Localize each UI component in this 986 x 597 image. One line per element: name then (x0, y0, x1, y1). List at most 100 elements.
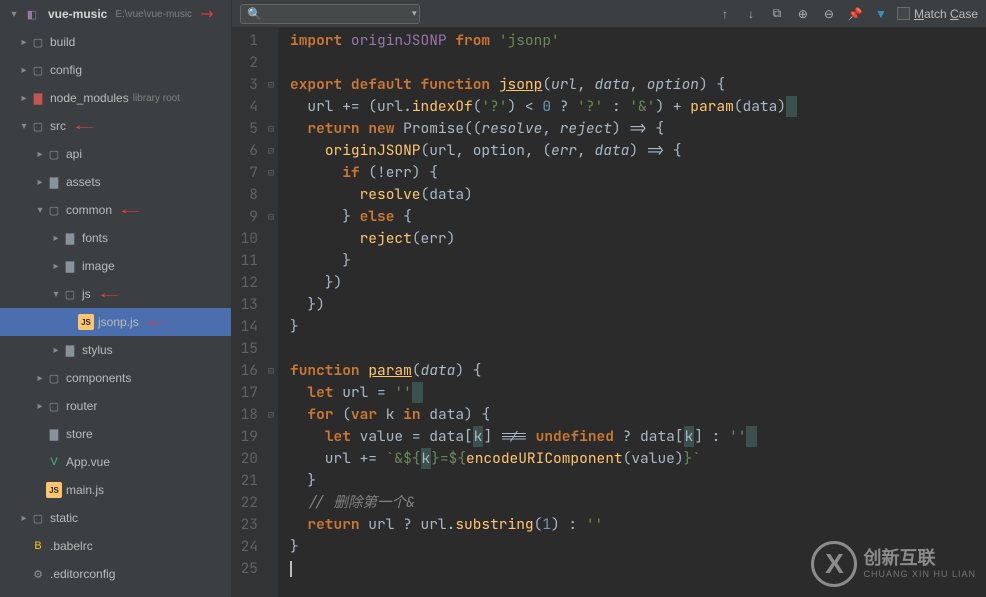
chevron-right-icon[interactable] (50, 233, 62, 244)
chevron-right-icon[interactable] (18, 65, 30, 76)
fold-toggle-icon[interactable]: ⊟ (264, 360, 278, 382)
line-number[interactable]: 18 (232, 404, 258, 426)
tree-item-main-js[interactable]: JSmain.js (0, 476, 231, 504)
line-number[interactable]: 17 (232, 382, 258, 404)
fold-toggle-icon[interactable]: ⊟ (264, 206, 278, 228)
tree-item-fonts[interactable]: ▇fonts (0, 224, 231, 252)
tree-item--editorconfig[interactable]: ⚙.editorconfig (0, 560, 231, 588)
tree-item-static[interactable]: ▢static (0, 504, 231, 532)
line-number[interactable]: 5 (232, 118, 258, 140)
fold-toggle-icon[interactable]: ⊟ (264, 404, 278, 426)
add-selection-icon[interactable]: ⊕ (793, 4, 813, 24)
line-number[interactable]: 11 (232, 250, 258, 272)
code-line[interactable]: return new Promise((resolve, reject) => … (290, 118, 986, 140)
code-line[interactable]: export default function jsonp(url, data,… (290, 74, 986, 96)
chevron-right-icon[interactable] (34, 177, 46, 188)
line-number[interactable]: 19 (232, 426, 258, 448)
fold-toggle-icon[interactable]: ⊟ (264, 140, 278, 162)
line-number[interactable]: 24 (232, 536, 258, 558)
line-number[interactable]: 21 (232, 470, 258, 492)
code-line[interactable]: return url ? url.substring(1) : '' (290, 514, 986, 536)
code-line[interactable]: import originJSONP from 'jsonp' (290, 30, 986, 52)
chevron-right-icon[interactable] (34, 401, 46, 412)
line-number[interactable]: 16 (232, 360, 258, 382)
prev-occurrence-icon[interactable]: ↑ (715, 4, 735, 24)
line-number[interactable]: 20 (232, 448, 258, 470)
code-line[interactable]: url += (url.indexOf('?') < 0 ? '?' : '&'… (290, 96, 986, 118)
match-case-checkbox[interactable]: Match Case (897, 7, 978, 21)
line-number[interactable]: 8 (232, 184, 258, 206)
tree-item-assets[interactable]: ▇assets (0, 168, 231, 196)
code-line[interactable]: // 删除第一个& (290, 492, 986, 514)
tree-item-stylus[interactable]: ▇stylus (0, 336, 231, 364)
tree-item--babelrc[interactable]: B.babelrc (0, 532, 231, 560)
line-number[interactable]: 12 (232, 272, 258, 294)
tree-item-jsonp-js[interactable]: JSjsonp.js← (0, 308, 231, 336)
select-all-icon[interactable]: ⧉ (767, 4, 787, 24)
line-number[interactable]: 4 (232, 96, 258, 118)
project-root-item[interactable]: ◧ vue-music E:\vue\vue-music ↘ (0, 0, 231, 28)
tree-item-build[interactable]: ▢build (0, 28, 231, 56)
code-line[interactable] (290, 338, 986, 360)
code-line[interactable]: } else { (290, 206, 986, 228)
tree-item-js[interactable]: ▢js← (0, 280, 231, 308)
line-number[interactable]: 13 (232, 294, 258, 316)
line-number[interactable]: 14 (232, 316, 258, 338)
search-box[interactable]: 🔍 ▾ (240, 4, 420, 24)
line-number[interactable]: 1 (232, 30, 258, 52)
tree-item-image[interactable]: ▇image (0, 252, 231, 280)
code-line[interactable] (290, 52, 986, 74)
code-line[interactable]: reject(err) (290, 228, 986, 250)
code-line[interactable]: let value = data[k] !== undefined ? data… (290, 426, 986, 448)
code-line[interactable]: let url = '' (290, 382, 986, 404)
line-number[interactable]: 15 (232, 338, 258, 360)
code-line[interactable]: if (!err) { (290, 162, 986, 184)
tree-item-node_modules[interactable]: ▇node_moduleslibrary root (0, 84, 231, 112)
code-line[interactable]: }) (290, 272, 986, 294)
pin-icon[interactable]: 📌 (845, 4, 865, 24)
tree-item--eslintignore[interactable]: ⚙.eslintignore (0, 588, 231, 597)
filter-icon[interactable]: ▼ (871, 4, 891, 24)
fold-toggle-icon[interactable]: ⊟ (264, 74, 278, 96)
code-line[interactable]: } (290, 470, 986, 492)
code-line[interactable]: resolve(data) (290, 184, 986, 206)
tree-item-components[interactable]: ▢components (0, 364, 231, 392)
code-content[interactable]: import originJSONP from 'jsonp' export d… (278, 28, 986, 597)
code-line[interactable]: } (290, 316, 986, 338)
code-line[interactable]: originJSONP(url, option, (err, data) => … (290, 140, 986, 162)
tree-item-store[interactable]: ▇store (0, 420, 231, 448)
chevron-down-icon[interactable] (18, 121, 30, 132)
tree-item-router[interactable]: ▢router (0, 392, 231, 420)
fold-toggle-icon[interactable]: ⊟ (264, 118, 278, 140)
code-line[interactable]: url += `&${k}=${encodeURIComponent(value… (290, 448, 986, 470)
tree-item-App-vue[interactable]: VApp.vue (0, 448, 231, 476)
line-number[interactable]: 2 (232, 52, 258, 74)
line-number[interactable]: 3 (232, 74, 258, 96)
tree-item-src[interactable]: ▢src← (0, 112, 231, 140)
chevron-right-icon[interactable] (18, 93, 30, 104)
line-number[interactable]: 23 (232, 514, 258, 536)
search-input[interactable] (266, 8, 408, 20)
line-number[interactable]: 7 (232, 162, 258, 184)
tree-item-api[interactable]: ▢api (0, 140, 231, 168)
chevron-right-icon[interactable] (18, 37, 30, 48)
code-editor[interactable]: 1234567891011121314151617181920212223242… (232, 28, 986, 597)
chevron-down-icon[interactable] (8, 9, 20, 20)
line-number[interactable]: 10 (232, 228, 258, 250)
next-occurrence-icon[interactable]: ↓ (741, 4, 761, 24)
code-line[interactable]: function param(data) { (290, 360, 986, 382)
chevron-right-icon[interactable] (34, 373, 46, 384)
line-number[interactable]: 22 (232, 492, 258, 514)
chevron-right-icon[interactable] (50, 345, 62, 356)
line-number[interactable]: 9 (232, 206, 258, 228)
chevron-down-icon[interactable] (34, 205, 46, 216)
chevron-down-icon[interactable] (50, 289, 62, 300)
remove-selection-icon[interactable]: ⊖ (819, 4, 839, 24)
fold-toggle-icon[interactable]: ⊟ (264, 162, 278, 184)
chevron-down-icon[interactable]: ▾ (412, 8, 417, 19)
code-line[interactable]: }) (290, 294, 986, 316)
line-number[interactable]: 6 (232, 140, 258, 162)
chevron-right-icon[interactable] (34, 149, 46, 160)
chevron-right-icon[interactable] (18, 513, 30, 524)
tree-item-common[interactable]: ▢common← (0, 196, 231, 224)
